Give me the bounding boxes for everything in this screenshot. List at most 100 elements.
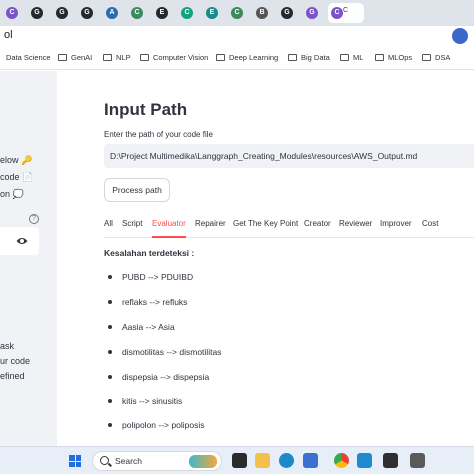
tab-favicon-icon: C <box>231 7 243 19</box>
browser-tab[interactable]: C <box>128 3 150 23</box>
bookmark-dsa[interactable]: DSA <box>422 53 450 62</box>
browser-tab[interactable]: G <box>303 3 325 23</box>
sidebar: elow 🔑 code 📄 on 💭 ? ask ur code efined <box>0 71 57 446</box>
list-item: PUBD --> PDUIBD <box>104 272 193 282</box>
tab-favicon-icon: G <box>281 7 293 19</box>
eye-icon[interactable] <box>16 236 28 246</box>
bookmark-computer-vision[interactable]: Computer Vision <box>140 53 208 62</box>
sidebar-text-1: elow 🔑 <box>0 155 33 165</box>
windows-start-icon[interactable] <box>69 455 81 467</box>
address-bar[interactable]: ol <box>0 26 474 46</box>
store-icon[interactable] <box>303 453 318 468</box>
tab-favicon-icon: G <box>81 7 93 19</box>
folder-icon <box>375 54 384 61</box>
address-text[interactable]: ol <box>4 29 13 41</box>
bookmark-ml[interactable]: ML <box>340 53 363 62</box>
tab-favicon-icon: B <box>256 7 268 19</box>
browser-tab[interactable]: CC <box>328 3 364 23</box>
bookmark-nlp[interactable]: NLP <box>103 53 131 62</box>
tab-get-the-key-point[interactable]: Get The Key Point <box>233 219 298 228</box>
tab-favicon-icon: G <box>31 7 43 19</box>
bookmark-mlops[interactable]: MLOps <box>375 53 412 62</box>
terminal-icon[interactable] <box>383 453 398 468</box>
active-tab-indicator <box>152 236 186 238</box>
app-icon[interactable] <box>410 453 425 468</box>
tab-favicon-icon: A <box>106 7 118 19</box>
process-path-button[interactable]: Process path <box>104 178 170 202</box>
list-item: dispepsia --> dispepsia <box>104 372 209 382</box>
browser-tab-strip: CGGGACECECBGGCC <box>0 0 474 26</box>
path-input[interactable]: D:\Project Multimedika\Langgraph_Creatin… <box>104 144 474 168</box>
search-icon <box>100 456 109 465</box>
main-content: Input Path Enter the path of your code f… <box>57 71 474 446</box>
folder-icon <box>422 54 431 61</box>
section-heading: Kesalahan terdeteksi : <box>104 248 195 258</box>
api-key-input[interactable] <box>0 227 39 255</box>
browser-tab[interactable]: G <box>78 3 100 23</box>
bookmark-deep-learning[interactable]: Deep Learning <box>216 53 278 62</box>
edge-icon[interactable] <box>279 453 294 468</box>
tab-favicon-icon: G <box>56 7 68 19</box>
chrome-icon[interactable] <box>334 453 349 468</box>
taskbar-search[interactable]: Search <box>92 451 222 471</box>
folder-icon <box>216 54 225 61</box>
folder-icon <box>140 54 149 61</box>
tab-improver[interactable]: Improver <box>380 219 412 228</box>
taskbar: Search <box>0 446 474 474</box>
tab-favicon-icon: E <box>156 7 168 19</box>
path-field-label: Enter the path of your code file <box>104 130 213 139</box>
help-icon[interactable]: ? <box>29 214 39 224</box>
tab-favicon-icon: C <box>331 7 343 19</box>
profile-icon[interactable] <box>452 28 468 44</box>
browser-tab[interactable]: E <box>203 3 225 23</box>
folder-icon <box>58 54 67 61</box>
tab-favicon-icon: C <box>181 7 193 19</box>
tab-favicon-icon: E <box>206 7 218 19</box>
bookmark-genai[interactable]: GenAI <box>58 53 92 62</box>
list-item: Aasia --> Asia <box>104 322 175 332</box>
browser-tab[interactable]: G <box>278 3 300 23</box>
task-view-icon[interactable] <box>232 453 247 468</box>
browser-tab[interactable]: C <box>3 3 25 23</box>
bookmarks-bar: Data Science GenAI NLP Computer Vision D… <box>0 48 474 70</box>
bookmark-big-data[interactable]: Big Data <box>288 53 330 62</box>
browser-tab[interactable]: G <box>28 3 50 23</box>
browser-tab[interactable]: A <box>103 3 125 23</box>
tab-evaluator[interactable]: Evaluator <box>152 219 186 228</box>
browser-tab[interactable]: C <box>228 3 250 23</box>
browser-tab[interactable]: B <box>253 3 275 23</box>
list-item: kitis --> sinusitis <box>104 396 182 406</box>
page-title: Input Path <box>104 100 188 119</box>
list-item: dismotilitas --> dismotilitas <box>104 347 221 357</box>
file-explorer-icon[interactable] <box>255 453 270 468</box>
tab-cost[interactable]: Cost <box>422 219 438 228</box>
list-item: reflaks --> refluks <box>104 297 187 307</box>
sidebar-text-6: efined <box>0 371 25 381</box>
path-input-value[interactable]: D:\Project Multimedika\Langgraph_Creatin… <box>110 151 417 161</box>
tab-script[interactable]: Script <box>122 219 142 228</box>
sidebar-text-2: code 📄 <box>0 172 34 182</box>
taskbar-search-placeholder: Search <box>115 456 142 466</box>
folder-icon <box>340 54 349 61</box>
tab-favicon-icon: C <box>6 7 18 19</box>
sidebar-text-4: ask <box>0 341 15 351</box>
tab-reviewer[interactable]: Reviewer <box>339 219 372 228</box>
sidebar-text-3: on 💭 <box>0 189 24 199</box>
result-tabs: All Script Evaluator Repairer Get The Ke… <box>104 216 474 238</box>
list-item: polipolon --> poliposis <box>104 420 204 430</box>
browser-tab[interactable]: E <box>153 3 175 23</box>
folder-icon <box>103 54 112 61</box>
browser-tab[interactable]: G <box>53 3 75 23</box>
bookmark-data-science[interactable]: Data Science <box>6 53 51 62</box>
vscode-icon[interactable] <box>357 453 372 468</box>
tab-repairer[interactable]: Repairer <box>195 219 226 228</box>
tab-title: C <box>343 7 349 14</box>
tab-all[interactable]: All <box>104 219 113 228</box>
browser-tab[interactable]: C <box>178 3 200 23</box>
sidebar-text-5: ur code <box>0 356 31 366</box>
tab-favicon-icon: C <box>131 7 143 19</box>
tab-creator[interactable]: Creator <box>304 219 331 228</box>
search-highlight-icon <box>189 455 217 468</box>
tab-favicon-icon: G <box>306 7 318 19</box>
folder-icon <box>288 54 297 61</box>
